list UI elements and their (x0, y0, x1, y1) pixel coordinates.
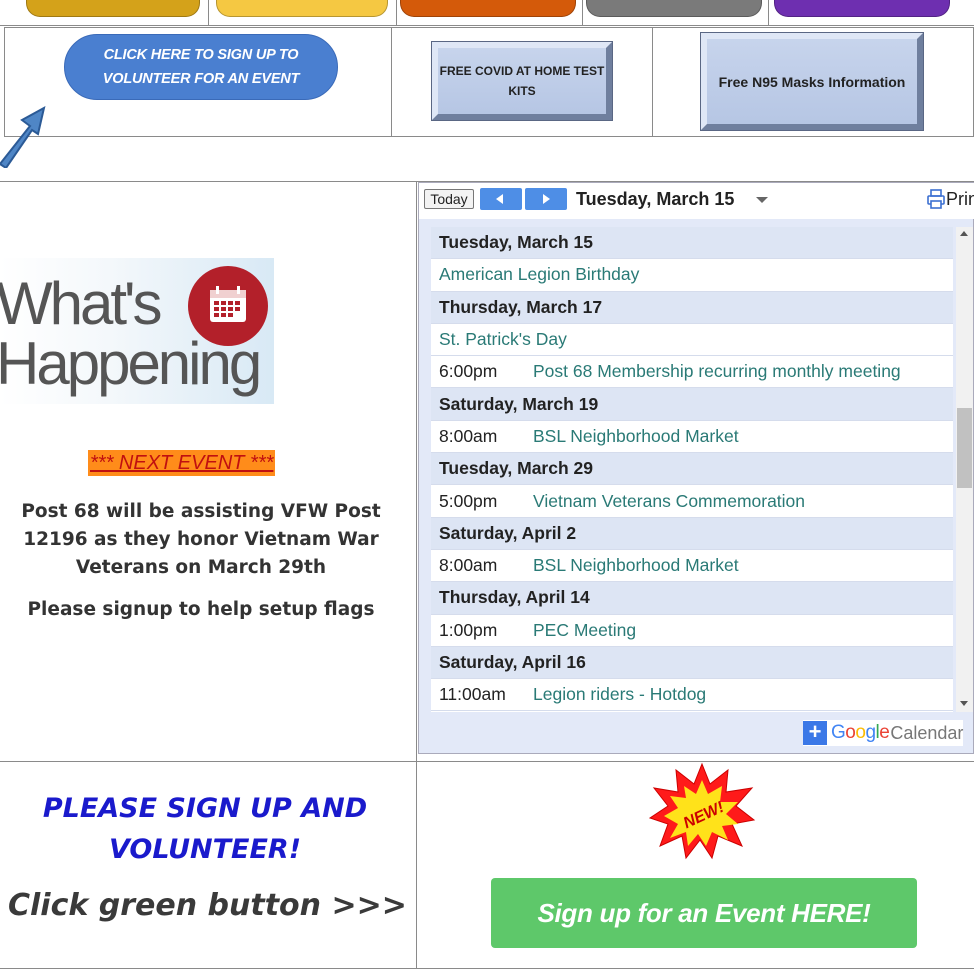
event-time: 11:00am (439, 684, 506, 705)
calendar-toolbar: Today Tuesday, March 15 Print (419, 183, 974, 219)
covid-test-kits-button[interactable]: FREE COVID AT HOME TEST KITS (432, 42, 612, 120)
nav-pill-purple[interactable] (774, 0, 950, 17)
event-title[interactable]: Legion riders - Hotdog (533, 684, 706, 705)
signup-event-button[interactable]: Sign up for an Event HERE! (491, 878, 917, 948)
nav-pill-orange[interactable] (400, 0, 576, 17)
event-title[interactable]: BSL Neighborhood Market (533, 426, 739, 447)
agenda-date-header: Thursday, March 17 (431, 291, 953, 324)
chevron-left-icon (496, 194, 503, 204)
chevron-down-icon[interactable] (756, 197, 768, 203)
nav-pill-yellow-dark[interactable] (26, 0, 200, 17)
plus-icon[interactable]: + (803, 721, 827, 745)
whats-text: What's (0, 270, 162, 337)
top-nav-row (0, 0, 974, 26)
n95-masks-button[interactable]: Free N95 Masks Information (701, 33, 923, 130)
event-title[interactable]: BSL Neighborhood Market (533, 555, 739, 576)
agenda-date-header: Saturday, April 2 (431, 517, 953, 550)
divider (396, 0, 397, 26)
event-time: 5:00pm (439, 490, 498, 511)
divider (768, 0, 769, 26)
calendar-current-date[interactable]: Tuesday, March 15 (576, 188, 734, 210)
pointer-arrow-icon (0, 106, 46, 168)
nav-pill-yellow[interactable] (216, 0, 388, 17)
agenda-date-header: Tuesday, March 29 (431, 453, 953, 486)
action-buttons-row: CLICK HERE TO SIGN UP TO VOLUNTEER FOR A… (4, 27, 974, 137)
next-event-label[interactable]: *** NEXT EVENT *** (88, 450, 276, 476)
agenda-date-header: Thursday, April 14 (431, 582, 953, 615)
signup-flags-text: Please signup to help setup flags (27, 599, 375, 620)
agenda-list: Tuesday, March 15 American Legion Birthda… (431, 227, 953, 712)
divider (582, 0, 583, 26)
scroll-up-icon[interactable] (960, 231, 968, 236)
agenda-event[interactable]: 8:00am BSL Neighborhood Market (431, 421, 953, 454)
main-content-table: What's Happening *** NEXT EVENT *** Post… (0, 181, 974, 969)
print-link[interactable]: Print (946, 188, 974, 210)
divider (0, 761, 974, 762)
google-calendar-badge[interactable]: + Google Calendar (803, 720, 964, 746)
scroll-thumb[interactable] (957, 408, 972, 488)
calendar-logo-text: Calendar (890, 722, 964, 743)
agenda-date-header: Tuesday, March 15 (431, 227, 953, 260)
click-green-text: Click green button >>> (8, 888, 407, 923)
agenda-event[interactable]: 11:00am Legion riders - Hotdog (431, 679, 953, 712)
whats-happening-banner: What's Happening (0, 258, 274, 404)
agenda-event-allday[interactable]: American Legion Birthday (431, 259, 953, 292)
divider (416, 182, 417, 969)
event-title[interactable]: PEC Meeting (533, 620, 636, 641)
prev-button[interactable] (480, 188, 522, 210)
event-description: Post 68 will be assisting VFW Post 12196… (21, 501, 381, 578)
agenda-event-allday[interactable]: St. Patrick's Day (431, 324, 953, 357)
scroll-down-icon[interactable] (960, 701, 968, 706)
event-time: 8:00am (439, 555, 498, 576)
agenda-event[interactable]: 1:00pm PEC Meeting (431, 615, 953, 647)
google-calendar-embed: Today Tuesday, March 15 Print Tuesday, M… (418, 182, 974, 754)
divider (652, 28, 653, 136)
event-time: 6:00pm (439, 361, 498, 382)
agenda-scrollbar[interactable] (956, 227, 973, 712)
agenda-date-header: Saturday, March 19 (431, 388, 953, 421)
event-time: 8:00am (439, 425, 498, 446)
today-button[interactable]: Today (424, 189, 474, 209)
chevron-right-icon (543, 194, 550, 204)
agenda-event[interactable]: 5:00pm Vietnam Veterans Commemoration (431, 485, 953, 518)
nav-pill-gray[interactable] (586, 0, 762, 17)
agenda-date-header: Saturday, April 16 (431, 646, 953, 680)
event-title[interactable]: Vietnam Veterans Commemoration (533, 491, 805, 512)
agenda-event[interactable]: 6:00pm Post 68 Membership recurring month… (431, 356, 953, 389)
event-time: 1:00pm (439, 619, 498, 640)
calendar-circle-icon (188, 266, 268, 346)
new-badge-icon: NEW! (648, 762, 756, 860)
print-icon[interactable] (927, 189, 945, 209)
google-logo-text: Google (831, 722, 890, 743)
volunteer-signup-button[interactable]: CLICK HERE TO SIGN UP TO VOLUNTEER FOR A… (64, 34, 338, 100)
please-signup-heading: PLEASE SIGN UP AND VOLUNTEER! (42, 793, 368, 865)
divider (208, 0, 209, 26)
event-title[interactable]: Post 68 Membership recurring monthly mee… (533, 361, 901, 382)
divider (391, 28, 392, 136)
next-button[interactable] (525, 188, 567, 210)
agenda-event[interactable]: 8:00am BSL Neighborhood Market (431, 550, 953, 583)
